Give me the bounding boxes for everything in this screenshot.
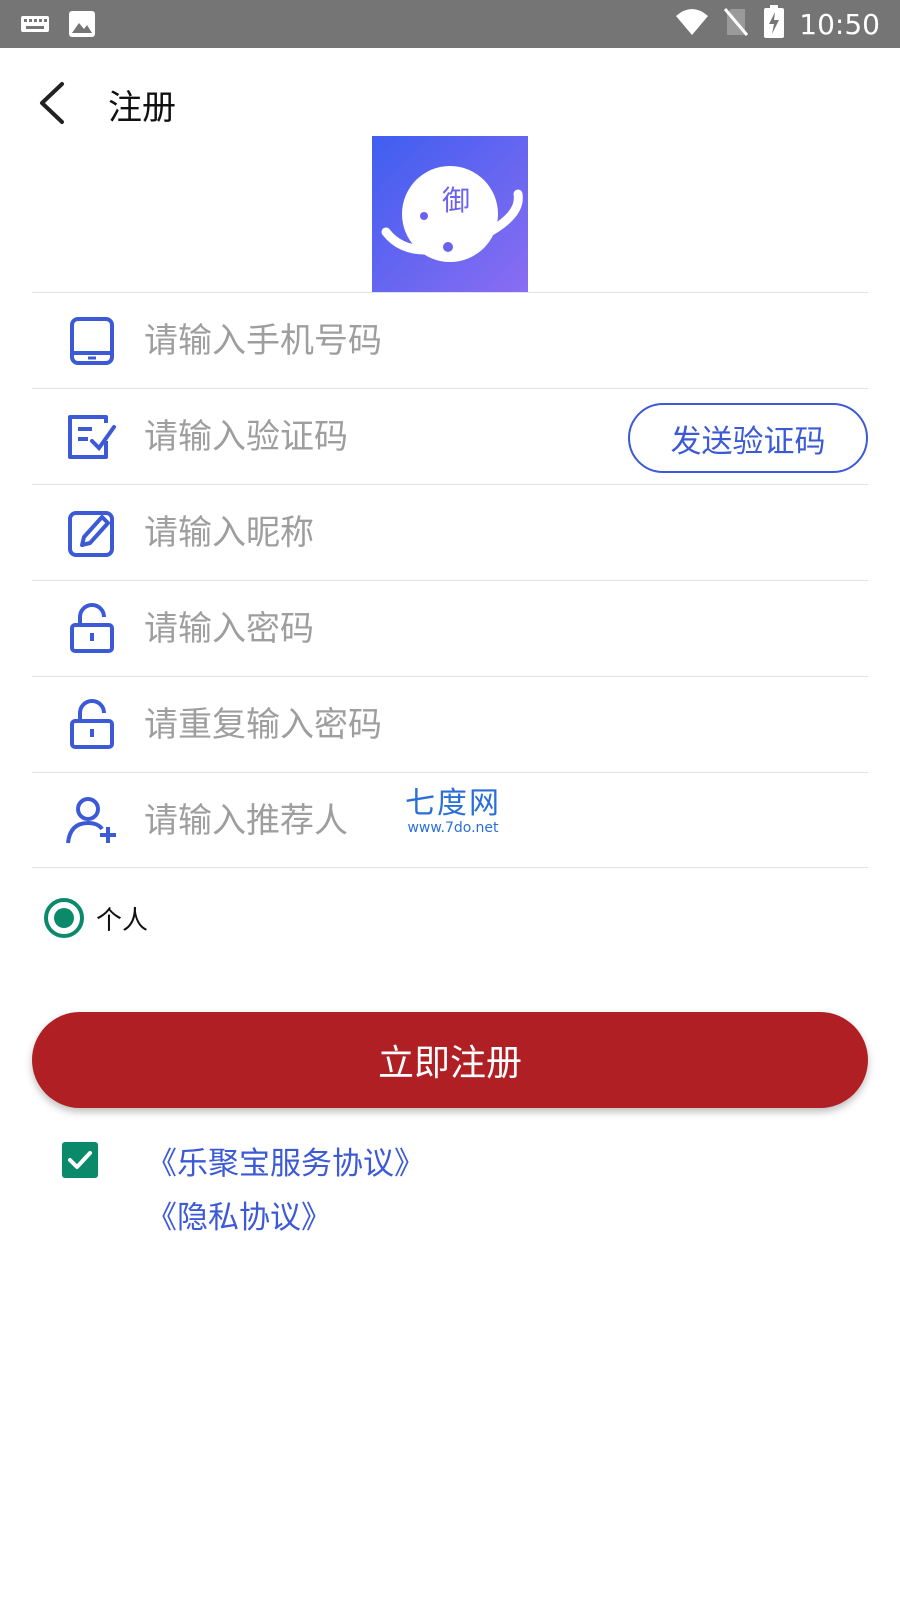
watermark: 七度网 www.7do.net <box>398 778 508 836</box>
checklist-icon <box>66 411 118 463</box>
app-logo: 御 <box>372 136 528 292</box>
watermark-main: 七度网 <box>405 786 501 821</box>
status-bar: 10:50 <box>0 0 900 48</box>
watermark-sub: www.7do.net <box>407 820 499 836</box>
phone-row <box>32 292 868 388</box>
nickname-row <box>32 484 868 580</box>
radio-selected-icon[interactable] <box>44 898 84 938</box>
code-row: 发送验证码 <box>32 388 868 484</box>
account-type-radio[interactable]: 个人 <box>44 898 148 938</box>
service-agreement-link[interactable]: 《乐聚宝服务协议》 <box>146 1138 425 1183</box>
logo-glyph: 御 <box>442 184 470 217</box>
register-button[interactable]: 立即注册 <box>32 1012 868 1108</box>
back-button[interactable] <box>30 78 74 128</box>
keyboard-icon <box>20 14 50 38</box>
edit-icon <box>66 507 118 559</box>
send-code-button[interactable]: 发送验证码 <box>628 403 868 473</box>
status-time: 10:50 <box>799 7 880 41</box>
lock-icon <box>66 699 118 751</box>
password-input[interactable] <box>144 601 624 657</box>
referrer-input[interactable] <box>144 793 624 849</box>
lock-icon <box>66 603 118 655</box>
chevron-left-icon <box>40 82 64 124</box>
radio-label: 个人 <box>96 905 149 936</box>
add-user-icon <box>66 795 118 847</box>
phone-input[interactable] <box>144 313 624 369</box>
agreement-checkbox[interactable] <box>62 1142 98 1178</box>
privacy-agreement-link[interactable]: 《隐私协议》 <box>146 1192 332 1237</box>
check-icon <box>68 1151 92 1169</box>
app-header: 注册 <box>0 48 900 136</box>
phone-icon <box>66 315 118 367</box>
page-title: 注册 <box>108 88 176 128</box>
status-left-icons <box>20 10 96 42</box>
password-repeat-input[interactable] <box>144 697 624 753</box>
battery-charging-icon <box>763 5 785 43</box>
password-row <box>32 580 868 676</box>
wifi-icon <box>675 8 709 40</box>
nickname-input[interactable] <box>144 505 624 561</box>
password-repeat-row <box>32 676 868 772</box>
status-right-icons: 10:50 <box>675 0 880 48</box>
code-input[interactable] <box>144 409 584 465</box>
no-sim-icon <box>723 7 749 41</box>
image-icon <box>68 10 96 42</box>
